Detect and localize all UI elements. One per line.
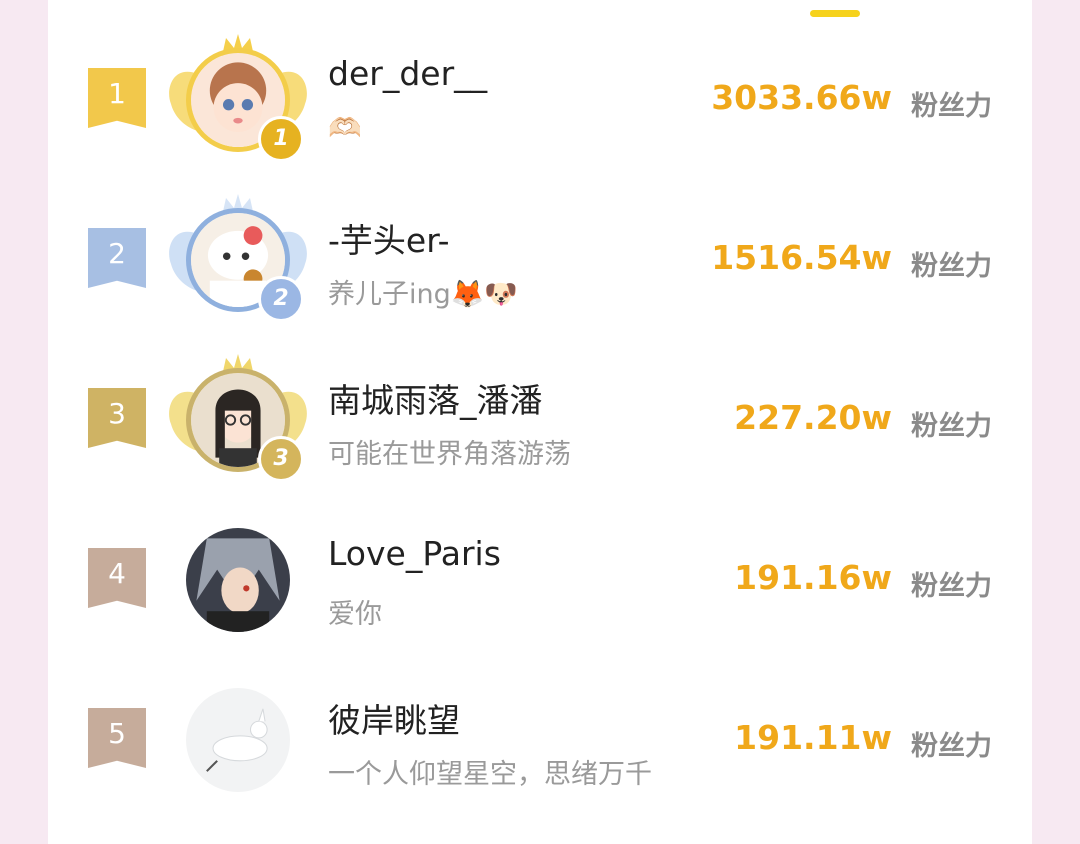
fan-power-unit: 粉丝力 bbox=[911, 91, 992, 122]
medal-badge: 2 bbox=[258, 276, 304, 322]
leaderboard-row[interactable]: 2 2 -芋头er- 养儿子ing🦊🐶 1516.54w 粉丝力 bbox=[48, 180, 1032, 340]
user-name[interactable]: der_der__ bbox=[328, 54, 487, 93]
fan-power-unit: 粉丝力 bbox=[911, 731, 992, 762]
user-signature: 爱你 bbox=[328, 599, 382, 630]
user-name[interactable]: 南城雨落_潘潘 bbox=[328, 374, 543, 422]
fan-power-unit: 粉丝力 bbox=[911, 411, 992, 442]
leaderboard-row[interactable]: 1 1 der_der__ 🫶🏻 3033.66w 粉丝力 bbox=[48, 20, 1032, 180]
avatar-frame bbox=[158, 666, 318, 806]
medal-badge: 3 bbox=[258, 436, 304, 482]
fan-power-value: 191.16w bbox=[734, 558, 892, 597]
active-tab-indicator bbox=[810, 10, 860, 17]
avatar[interactable] bbox=[186, 688, 290, 792]
user-signature: 一个人仰望星空，思绪万千 bbox=[328, 759, 652, 790]
leaderboard-row[interactable]: 5 彼岸眺望 一个人仰望星空，思绪万千 191.11w 粉丝力 bbox=[48, 660, 1032, 820]
avatar-frame: 2 bbox=[158, 186, 318, 326]
leaderboard-card: 1 1 der_der__ 🫶🏻 3033.66w 粉丝力 2 2 -芋头er-… bbox=[48, 0, 1032, 844]
rank-badge: 2 bbox=[88, 228, 146, 288]
user-signature: 养儿子ing🦊🐶 bbox=[328, 279, 518, 310]
avatar-frame: 3 bbox=[158, 346, 318, 486]
rank-badge: 5 bbox=[88, 708, 146, 768]
rank-badge: 4 bbox=[88, 548, 146, 608]
avatar-frame bbox=[158, 506, 318, 646]
rank-badge: 1 bbox=[88, 68, 146, 128]
fan-power-value: 3033.66w bbox=[711, 78, 892, 117]
leaderboard-row[interactable]: 4 Love_Paris 爱你 191.16w 粉丝力 bbox=[48, 500, 1032, 660]
fan-power-unit: 粉丝力 bbox=[911, 251, 992, 282]
fan-power-value: 1516.54w bbox=[711, 238, 892, 277]
user-name[interactable]: -芋头er- bbox=[328, 214, 450, 262]
rank-badge: 3 bbox=[88, 388, 146, 448]
user-signature: 可能在世界角落游荡 bbox=[328, 439, 571, 470]
user-name[interactable]: Love_Paris bbox=[328, 534, 501, 573]
leaderboard-row[interactable]: 3 3 南城雨落_潘潘 可能在世界角落游荡 227.20w 粉丝力 bbox=[48, 340, 1032, 500]
fan-power-unit: 粉丝力 bbox=[911, 571, 992, 602]
medal-badge: 1 bbox=[258, 116, 304, 162]
fan-power-value: 191.11w bbox=[734, 718, 892, 757]
user-signature: 🫶🏻 bbox=[328, 113, 362, 144]
avatar[interactable] bbox=[186, 528, 290, 632]
avatar-frame: 1 bbox=[158, 26, 318, 166]
fan-power-value: 227.20w bbox=[734, 398, 892, 437]
user-name[interactable]: 彼岸眺望 bbox=[328, 694, 460, 742]
